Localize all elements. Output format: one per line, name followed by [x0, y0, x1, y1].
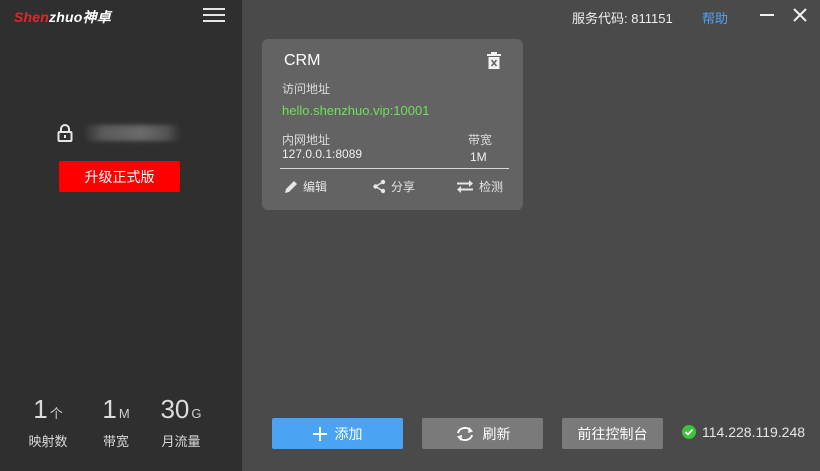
server-ip-address: 114.228.119.248 — [702, 424, 806, 440]
logo-brand-suffix: zhuo — [49, 9, 83, 25]
stat-traffic-unit: G — [191, 406, 202, 421]
server-ip-status: 114.228.119.248 — [682, 424, 805, 440]
hamburger-menu-icon[interactable] — [203, 8, 225, 24]
account-row — [57, 124, 181, 142]
stat-mappings-value: 1 — [33, 394, 48, 424]
go-to-console-button[interactable]: 前往控制台 — [562, 418, 663, 449]
sidebar: Shenzhuo神卓 升级正式版 1个 映射数 1M 带宽 30 G 月流量 — [0, 0, 242, 471]
public-url-link[interactable]: hello.shenzhuo.vip:10001 — [282, 103, 429, 118]
mapping-title: CRM — [284, 52, 321, 69]
title-bar: 服务代码: 811151 帮助 — [242, 0, 820, 30]
lock-icon — [57, 124, 73, 142]
upgrade-button[interactable]: 升级正式版 — [59, 161, 180, 192]
refresh-label: 刷新 — [482, 425, 511, 442]
pencil-icon — [285, 180, 297, 193]
stat-bandwidth-label: 带宽 — [102, 434, 129, 449]
app-logo: Shenzhuo神卓 — [14, 7, 111, 27]
add-label: 添加 — [334, 425, 363, 442]
intranet-address-label: 内网地址 — [282, 133, 331, 147]
intranet-address-value: 127.0.0.1:8089 — [282, 147, 363, 161]
close-icon[interactable] — [792, 7, 808, 23]
minimize-icon[interactable] — [760, 14, 774, 16]
stat-monthly-traffic: 30 G 月流量 — [155, 394, 207, 450]
stat-bandwidth: 1M 带宽 — [94, 394, 138, 450]
edit-label: 编辑 — [303, 180, 328, 194]
status-ok-icon — [682, 425, 696, 439]
bandwidth-label: 带宽 — [468, 133, 493, 147]
stat-bandwidth-unit: M — [118, 406, 130, 421]
bandwidth-value: 1M — [470, 150, 487, 164]
delete-icon[interactable] — [486, 52, 502, 70]
account-name-redacted — [83, 125, 181, 141]
test-label: 检测 — [479, 180, 504, 194]
help-link[interactable]: 帮助 — [702, 8, 728, 27]
stat-traffic-value: 30 — [160, 394, 190, 424]
card-divider — [280, 168, 509, 169]
plus-icon — [312, 426, 327, 441]
share-label: 分享 — [391, 180, 416, 194]
add-button[interactable]: 添加 — [272, 418, 403, 449]
stat-mappings-label: 映射数 — [28, 434, 68, 449]
refresh-button[interactable]: 刷新 — [422, 418, 543, 449]
mapping-card: CRM 访问地址 hello.shenzhuo.vip:10001 内网地址 1… — [262, 39, 523, 210]
service-code: 服务代码: 811151 — [572, 8, 673, 27]
stat-mappings-unit: 个 — [49, 406, 63, 421]
logo-brand-prefix: Shen — [14, 9, 50, 25]
logo-brand-cn: 神卓 — [82, 9, 111, 25]
service-code-value: 811151 — [631, 11, 673, 26]
swap-arrows-icon — [457, 180, 473, 193]
stat-bandwidth-value: 1 — [102, 394, 117, 424]
share-button[interactable]: 分享 — [372, 178, 415, 195]
edit-button[interactable]: 编辑 — [283, 178, 327, 195]
service-code-label: 服务代码: — [572, 11, 628, 26]
refresh-icon — [456, 426, 473, 441]
access-address-label: 访问地址 — [282, 82, 331, 96]
share-icon — [373, 179, 386, 194]
stat-mappings: 1个 映射数 — [26, 394, 70, 450]
test-button[interactable]: 检测 — [455, 178, 503, 195]
stat-traffic-label: 月流量 — [161, 434, 201, 449]
